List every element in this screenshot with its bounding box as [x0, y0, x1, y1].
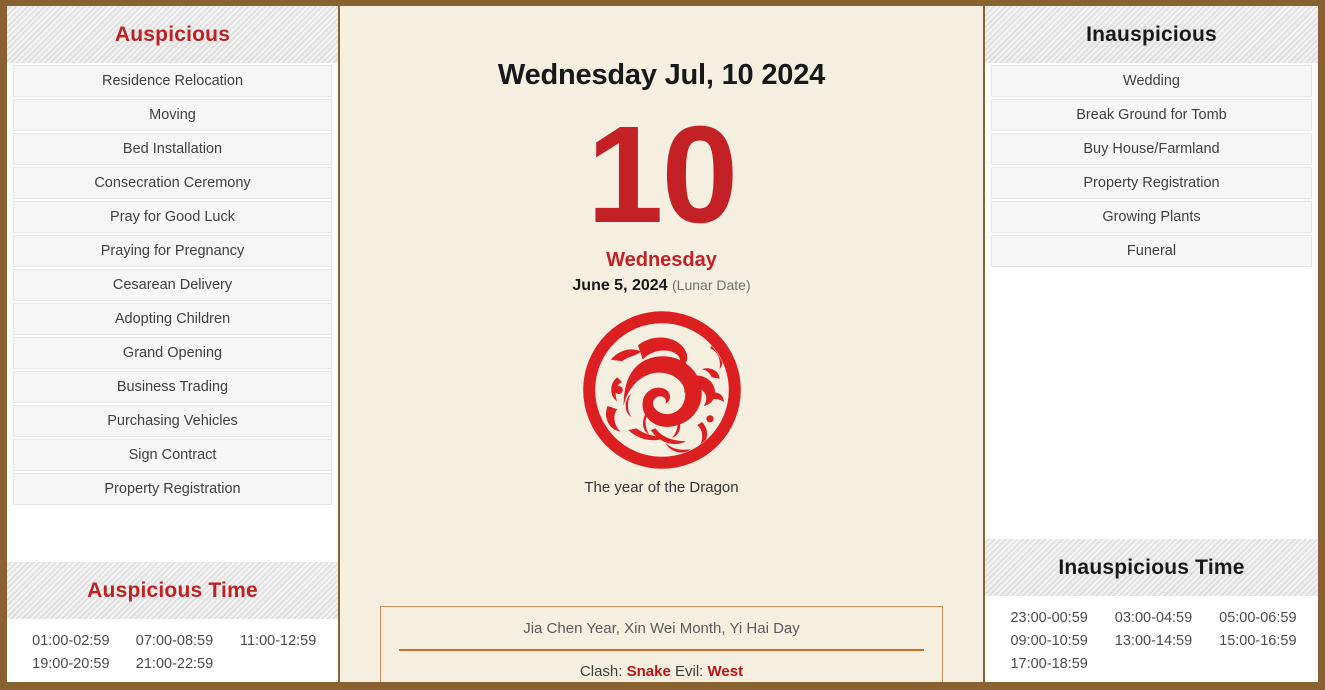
- time-slot: 11:00-12:59: [239, 633, 317, 649]
- zodiac-caption: The year of the Dragon: [584, 478, 739, 496]
- zodiac-emblem: [340, 310, 983, 470]
- auspicious-list: Residence Relocation Moving Bed Installa…: [7, 63, 338, 511]
- auspicious-header: Auspicious: [7, 6, 338, 63]
- evil-value: West: [707, 663, 744, 680]
- list-item[interactable]: Property Registration: [991, 167, 1312, 199]
- clash-label: Clash:: [579, 663, 623, 680]
- clash-value: Snake: [626, 663, 671, 680]
- auspicious-time-grid: 01:00-02:59 07:00-08:59 11:00-12:59 19:0…: [21, 633, 328, 672]
- lunar-date-line: June 5, 2024 (Lunar Date): [340, 277, 983, 295]
- time-slot: 03:00-04:59: [1114, 610, 1193, 626]
- dragon-papercut-icon: [582, 311, 741, 469]
- time-slot: 23:00-00:59: [1010, 610, 1088, 626]
- time-slot: 21:00-22:59: [135, 656, 214, 672]
- time-slot: 13:00-14:59: [1114, 633, 1193, 649]
- inauspicious-time-section: Inauspicious Time 23:00-00:59 03:00-04:5…: [985, 539, 1318, 682]
- time-slot: 15:00-16:59: [1219, 633, 1297, 649]
- time-slot: 05:00-06:59: [1219, 610, 1297, 626]
- inauspicious-time-body: 23:00-00:59 03:00-04:59 05:00-06:59 09:0…: [985, 596, 1318, 682]
- auspicious-time-body: 01:00-02:59 07:00-08:59 11:00-12:59 19:0…: [7, 619, 338, 682]
- list-item[interactable]: Grand Opening: [13, 337, 332, 369]
- lunar-date-value: June 5, 2024: [572, 276, 668, 294]
- inauspicious-panel: Inauspicious Wedding Break Ground for To…: [985, 6, 1318, 682]
- list-item[interactable]: Pray for Good Luck: [13, 201, 332, 233]
- list-item[interactable]: Praying for Pregnancy: [13, 235, 332, 267]
- list-item[interactable]: Break Ground for Tomb: [991, 99, 1312, 131]
- calendar-frame: Auspicious Residence Relocation Moving B…: [0, 0, 1325, 690]
- list-item[interactable]: Purchasing Vehicles: [13, 405, 332, 437]
- list-item[interactable]: Growing Plants: [991, 201, 1312, 233]
- list-item[interactable]: Business Trading: [13, 371, 332, 403]
- time-slot: 01:00-02:59: [32, 633, 110, 649]
- auspicious-time-section: Auspicious Time 01:00-02:59 07:00-08:59 …: [7, 562, 338, 682]
- page-title: Wednesday Jul, 10 2024: [497, 59, 826, 91]
- evil-label: Evil:: [674, 663, 704, 680]
- date-panel: Wednesday Jul, 10 2024 10 Wednesday June…: [340, 6, 985, 682]
- list-item[interactable]: Adopting Children: [13, 303, 332, 335]
- ganzhi-info-box: Jia Chen Year, Xin Wei Month, Yi Hai Day…: [380, 606, 943, 682]
- list-item[interactable]: Wedding: [991, 65, 1312, 97]
- inauspicious-time-header: Inauspicious Time: [985, 539, 1318, 596]
- inauspicious-time-grid: 23:00-00:59 03:00-04:59 05:00-06:59 09:0…: [999, 610, 1308, 672]
- list-item[interactable]: Buy House/Farmland: [991, 133, 1312, 165]
- list-item[interactable]: Cesarean Delivery: [13, 269, 332, 301]
- day-number: 10: [586, 98, 739, 252]
- list-item[interactable]: Moving: [13, 99, 332, 131]
- clash-evil-line: Clash: Snake Evil: West: [399, 651, 924, 680]
- ganzhi-line: Jia Chen Year, Xin Wei Month, Yi Hai Day: [399, 620, 924, 651]
- time-slot: 19:00-20:59: [32, 656, 110, 672]
- inauspicious-header: Inauspicious: [985, 6, 1318, 63]
- weekday-label: Wednesday: [606, 248, 717, 271]
- list-item[interactable]: Property Registration: [13, 473, 332, 505]
- auspicious-time-header: Auspicious Time: [7, 562, 338, 619]
- list-item[interactable]: Residence Relocation: [13, 65, 332, 97]
- list-item[interactable]: Bed Installation: [13, 133, 332, 165]
- lunar-date-suffix: (Lunar Date): [672, 276, 751, 293]
- auspicious-panel: Auspicious Residence Relocation Moving B…: [7, 6, 340, 682]
- inauspicious-list: Wedding Break Ground for Tomb Buy House/…: [985, 63, 1318, 273]
- time-slot: 07:00-08:59: [135, 633, 214, 649]
- time-slot: 17:00-18:59: [1010, 656, 1088, 672]
- list-item[interactable]: Consecration Ceremony: [13, 167, 332, 199]
- time-slot: 09:00-10:59: [1010, 633, 1088, 649]
- list-item[interactable]: Funeral: [991, 235, 1312, 267]
- list-item[interactable]: Sign Contract: [13, 439, 332, 471]
